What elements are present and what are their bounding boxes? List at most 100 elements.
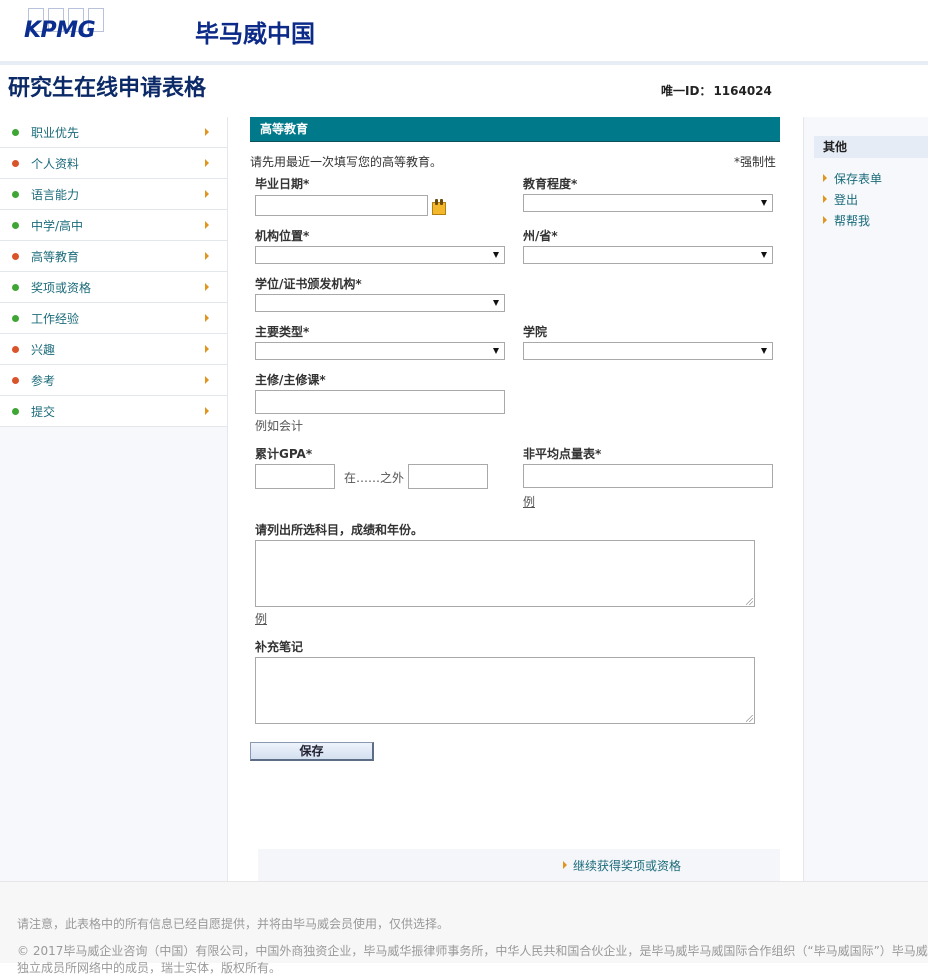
chevron-right-icon: [823, 195, 827, 203]
sidebar-item-label: 奖项或资格: [31, 281, 92, 295]
right-panel-title: 其他: [814, 136, 928, 158]
college-select[interactable]: [523, 342, 773, 360]
footer-note: 请注意，此表格中的所有信息已经自愿提供，并将由毕马威会员使用，仅供选择。: [17, 917, 450, 931]
chevron-right-icon: [205, 314, 209, 322]
status-complete-icon: [12, 222, 19, 229]
status-incomplete-icon: [12, 377, 19, 384]
college-label: 学院: [523, 325, 548, 339]
chevron-down-icon: [493, 252, 499, 258]
chevron-right-icon: [205, 407, 209, 415]
logo-text: KPMG: [24, 18, 96, 43]
site-header: KPMG 毕马威中国: [0, 0, 928, 62]
sidebar-item-language[interactable]: 语言能力: [0, 179, 227, 210]
subjects-textarea[interactable]: [255, 540, 755, 607]
institution-location-select[interactable]: [255, 246, 505, 264]
form-intro: 请先用最近一次填写您的高等教育。: [250, 155, 443, 169]
chevron-right-icon: [205, 128, 209, 136]
sidebar-item-label: 语言能力: [31, 188, 80, 202]
continue-link[interactable]: 继续获得奖项或资格: [573, 857, 681, 874]
chevron-down-icon: [493, 348, 499, 354]
subjects-example-link[interactable]: 例: [255, 610, 267, 627]
sidebar-item-higher-education[interactable]: 高等教育: [0, 241, 227, 272]
kpmg-logo[interactable]: KPMG: [24, 8, 108, 44]
gpa-out-of-input[interactable]: [408, 464, 488, 489]
chevron-right-icon: [205, 221, 209, 229]
sidebar-item-high-school[interactable]: 中学/高中: [0, 210, 227, 241]
major-input[interactable]: [255, 390, 505, 414]
unique-id-value: 1164024: [713, 84, 772, 98]
state-label: 州/省*: [523, 229, 558, 243]
sidebar-item-interests[interactable]: 兴趣: [0, 334, 227, 365]
header-divider: [0, 61, 928, 65]
chevron-down-icon: [761, 200, 767, 206]
chevron-right-icon: [823, 174, 827, 182]
right-panel: 其他 保存表单 登出 帮帮我: [803, 117, 928, 881]
required-note: *强制性: [733, 155, 776, 169]
chevron-down-icon: [761, 348, 767, 354]
sidebar-item-career-preference[interactable]: 职业优先: [0, 117, 227, 148]
state-select[interactable]: [523, 246, 773, 264]
sidebar-item-label: 提交: [31, 405, 56, 419]
notes-textarea[interactable]: [255, 657, 755, 724]
major-type-label: 主要类型*: [255, 325, 310, 339]
save-button[interactable]: 保存: [250, 742, 374, 761]
chevron-down-icon: [493, 300, 499, 306]
notes-label: 补充笔记: [255, 640, 304, 654]
logout-label: 登出: [834, 193, 859, 207]
status-complete-icon: [12, 315, 19, 322]
gpa-label: 累计GPA*: [255, 447, 313, 461]
sidebar-item-label: 参考: [31, 374, 56, 388]
gpa-input[interactable]: [255, 464, 335, 489]
chevron-down-icon: [761, 252, 767, 258]
continue-bar: 继续获得奖项或资格: [258, 849, 780, 881]
footer-copyright: © 2017毕马威企业咨询（中国）有限公司，中国外商独资企业，毕马威华振律师事务…: [17, 944, 928, 975]
chevron-right-icon: [205, 159, 209, 167]
sidebar-item-submit[interactable]: 提交: [0, 396, 227, 427]
calendar-icon[interactable]: [432, 199, 446, 215]
chevron-right-icon: [205, 190, 209, 198]
subjects-label: 请列出所选科目，成绩和年份。: [255, 523, 424, 537]
sidebar-item-awards[interactable]: 奖项或资格: [0, 272, 227, 303]
status-incomplete-icon: [12, 160, 19, 167]
status-incomplete-icon: [12, 253, 19, 260]
graduation-date-label: 毕业日期*: [255, 177, 310, 191]
education-level-select[interactable]: [523, 194, 773, 212]
footer: 请注意，此表格中的所有信息已经自愿提供，并将由毕马威会员使用，仅供选择。 © 2…: [0, 881, 928, 975]
chevron-right-icon: [205, 252, 209, 260]
chevron-right-icon: [205, 376, 209, 384]
help-label: 帮帮我: [834, 214, 871, 228]
sidebar-item-personal-info[interactable]: 个人资料: [0, 148, 227, 179]
resize-handle-icon[interactable]: [746, 715, 753, 722]
sidebar-item-label: 中学/高中: [31, 219, 84, 233]
page-title: 研究生在线申请表格: [8, 76, 207, 101]
major-type-select[interactable]: [255, 342, 505, 360]
status-complete-icon: [12, 284, 19, 291]
brand-name: 毕马威中国: [195, 20, 315, 48]
resize-handle-icon[interactable]: [746, 598, 753, 605]
chevron-right-icon: [563, 861, 567, 869]
sidebar: 职业优先 个人资料 语言能力 中学/高中 高等教育 奖项或资格 工作经验 兴趣: [0, 117, 228, 881]
chevron-right-icon: [205, 283, 209, 291]
save-form-label: 保存表单: [834, 172, 883, 186]
sidebar-item-label: 高等教育: [31, 250, 80, 264]
major-hint: 例如会计: [255, 419, 304, 433]
status-complete-icon: [12, 129, 19, 136]
chevron-right-icon: [205, 345, 209, 353]
sidebar-item-references[interactable]: 参考: [0, 365, 227, 396]
sidebar-item-label: 兴趣: [31, 343, 56, 357]
chevron-right-icon: [823, 216, 827, 224]
non-gpa-example-link[interactable]: 例: [523, 493, 535, 510]
education-level-label: 教育程度*: [523, 177, 578, 191]
degree-issuer-select[interactable]: [255, 294, 505, 312]
sidebar-item-work-experience[interactable]: 工作经验: [0, 303, 227, 334]
institution-location-label: 机构位置*: [255, 229, 310, 243]
graduation-date-input[interactable]: [255, 195, 428, 216]
status-complete-icon: [12, 408, 19, 415]
non-gpa-scale-input[interactable]: [523, 464, 773, 488]
gpa-out-of-label: 在……之外: [344, 471, 405, 485]
sidebar-item-label: 工作经验: [31, 312, 80, 326]
sidebar-item-label: 个人资料: [31, 157, 80, 171]
unique-id: 唯一ID： 1164024: [661, 82, 772, 99]
section-title: 高等教育: [250, 117, 780, 142]
status-complete-icon: [12, 191, 19, 198]
